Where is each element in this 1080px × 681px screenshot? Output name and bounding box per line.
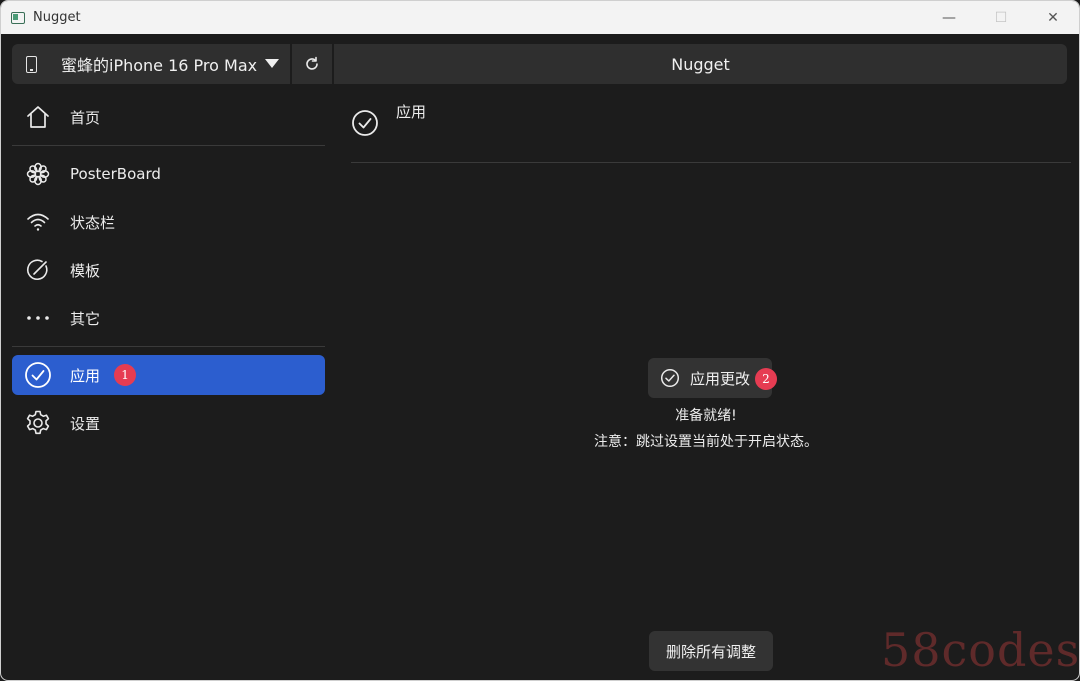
window-title: Nugget bbox=[33, 10, 81, 25]
refresh-icon bbox=[306, 56, 318, 70]
title-bar: Nugget — ☐ ✕ bbox=[1, 1, 1079, 34]
sidebar-item-label: 首页 bbox=[70, 108, 101, 127]
sidebar-item-apply[interactable]: 应用 1 bbox=[12, 355, 325, 395]
sidebar-item-home[interactable]: 首页 bbox=[12, 97, 325, 137]
apply-changes-button[interactable]: 应用更改 2 bbox=[648, 358, 777, 398]
sidebar-item-other[interactable]: 其它 bbox=[12, 298, 325, 338]
check-circle-icon bbox=[24, 361, 52, 389]
sidebar-item-label: 应用 bbox=[70, 366, 101, 385]
sidebar-item-label: 状态栏 bbox=[70, 213, 116, 232]
check-circle-icon bbox=[660, 368, 680, 388]
sidebar-item-statusbar[interactable]: 状态栏 bbox=[12, 202, 325, 242]
device-selector[interactable]: 蜜蜂的iPhone 16 Pro Max bbox=[12, 44, 290, 84]
minimize-button[interactable]: — bbox=[923, 1, 975, 34]
watermark: 58codes bbox=[881, 623, 1080, 677]
app-window: Nugget — ☐ ✕ 蜜蜂的iPhone 16 Pro Max Nugget… bbox=[0, 0, 1080, 681]
device-bar: 蜜蜂的iPhone 16 Pro Max Nugget bbox=[12, 44, 1067, 84]
sidebar-item-label: PosterBoard bbox=[70, 165, 161, 183]
sidebar-item-label: 模板 bbox=[70, 261, 101, 280]
apply-changes-label: 应用更改 bbox=[690, 369, 751, 388]
wifi-icon bbox=[24, 208, 52, 236]
home-icon bbox=[24, 103, 52, 131]
refresh-button[interactable] bbox=[292, 44, 332, 84]
sidebar-item-templates[interactable]: 模板 bbox=[12, 250, 325, 290]
remove-all-tweaks-button[interactable]: 删除所有调整 bbox=[649, 631, 773, 671]
maximize-button[interactable]: ☐ bbox=[975, 1, 1027, 34]
sidebar-divider bbox=[12, 346, 325, 347]
header-title: Nugget bbox=[334, 44, 1067, 84]
status-text: 准备就绪! bbox=[675, 408, 737, 424]
notification-badge: 2 bbox=[755, 368, 777, 390]
phone-icon bbox=[26, 55, 37, 73]
sidebar-divider bbox=[12, 145, 325, 146]
page-title: 应用 bbox=[396, 103, 427, 121]
sidebar-item-posterboard[interactable]: PosterBoard bbox=[12, 154, 325, 194]
notification-badge: 1 bbox=[114, 364, 137, 386]
page-header: 应用 bbox=[351, 97, 1071, 163]
template-icon bbox=[24, 256, 52, 284]
sidebar-item-label: 其它 bbox=[70, 309, 101, 328]
check-circle-icon bbox=[351, 109, 379, 137]
device-name: 蜜蜂的iPhone 16 Pro Max bbox=[61, 56, 258, 75]
app-logo-icon bbox=[11, 11, 25, 24]
more-icon bbox=[24, 304, 52, 332]
header-divider bbox=[351, 162, 1071, 163]
note-text: 注意：跳过设置当前处于开启状态。 bbox=[594, 434, 818, 450]
window-controls: — ☐ ✕ bbox=[923, 1, 1079, 34]
flower-icon bbox=[24, 160, 52, 188]
chevron-down-icon bbox=[265, 59, 279, 68]
close-button[interactable]: ✕ bbox=[1027, 1, 1079, 34]
sidebar: 首页 PosterBoard 状态栏 模板 其它 应用 1 设置 bbox=[12, 97, 325, 451]
